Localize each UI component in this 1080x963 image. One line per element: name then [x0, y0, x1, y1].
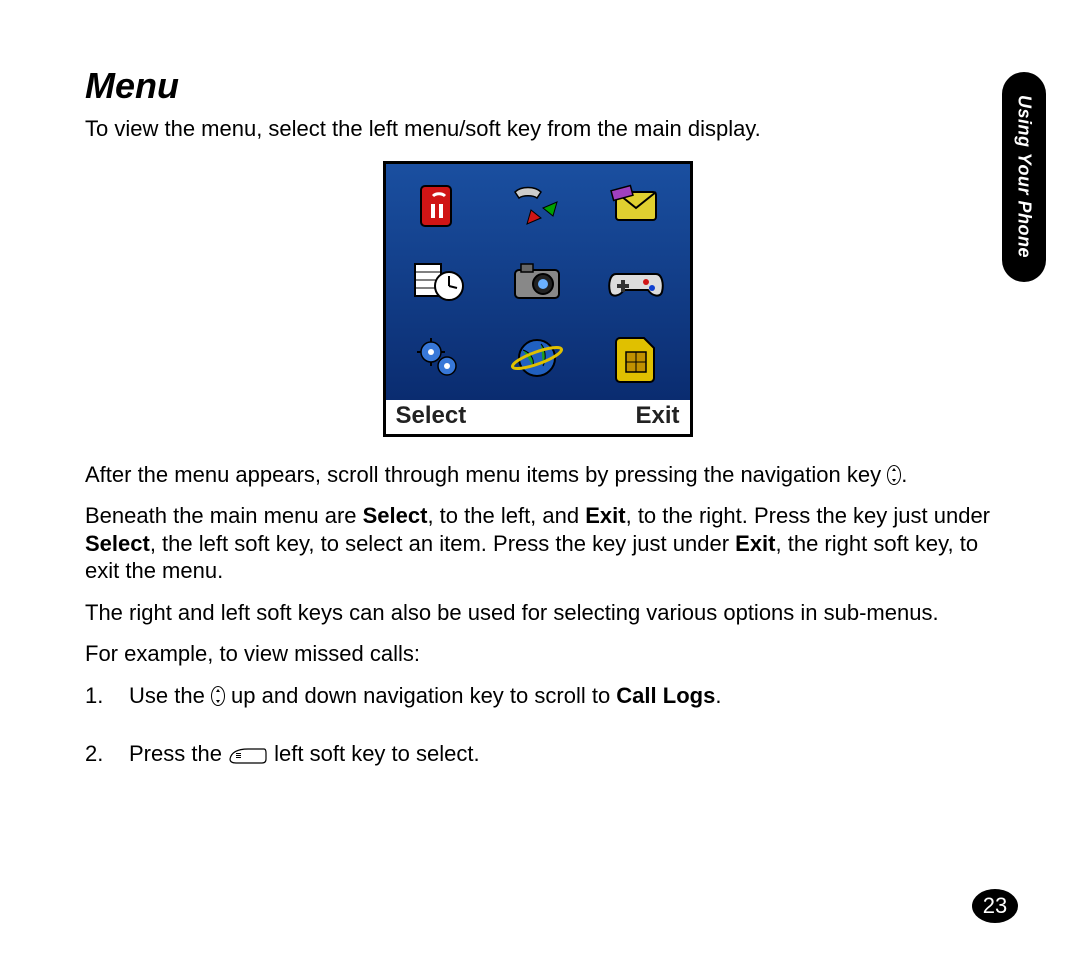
left-softkey-icon [228, 744, 268, 773]
paragraph-example: For example, to view missed calls: [85, 640, 990, 668]
camera-icon [490, 246, 585, 318]
step-2: Press the left soft key to select. [85, 740, 990, 773]
nav-key-icon [211, 686, 225, 706]
paragraph-submenus: The right and left soft keys can also be… [85, 599, 990, 627]
softkey-exit-label: Exit [635, 402, 679, 430]
games-icon [589, 246, 684, 318]
calendar-clock-icon [392, 246, 487, 318]
sim-icon [589, 322, 684, 394]
step-1: Use the up and down navigation key to sc… [85, 682, 990, 711]
messages-icon [589, 170, 684, 242]
phonebook-icon [392, 170, 487, 242]
browser-globe-icon [490, 322, 585, 394]
section-heading: Menu [85, 65, 990, 107]
settings-gears-icon [392, 322, 487, 394]
phone-menu-screenshot: Select Exit [85, 161, 990, 437]
section-tab: Using Your Phone [1002, 72, 1046, 282]
call-logs-icon [490, 170, 585, 242]
paragraph-after-menu: After the menu appears, scroll through m… [85, 461, 990, 489]
page-number: 23 [972, 889, 1018, 923]
softkey-select-label: Select [396, 402, 467, 430]
intro-paragraph: To view the menu, select the left menu/s… [85, 115, 990, 143]
paragraph-beneath: Beneath the main menu are Select, to the… [85, 502, 990, 585]
nav-key-icon [887, 465, 901, 485]
